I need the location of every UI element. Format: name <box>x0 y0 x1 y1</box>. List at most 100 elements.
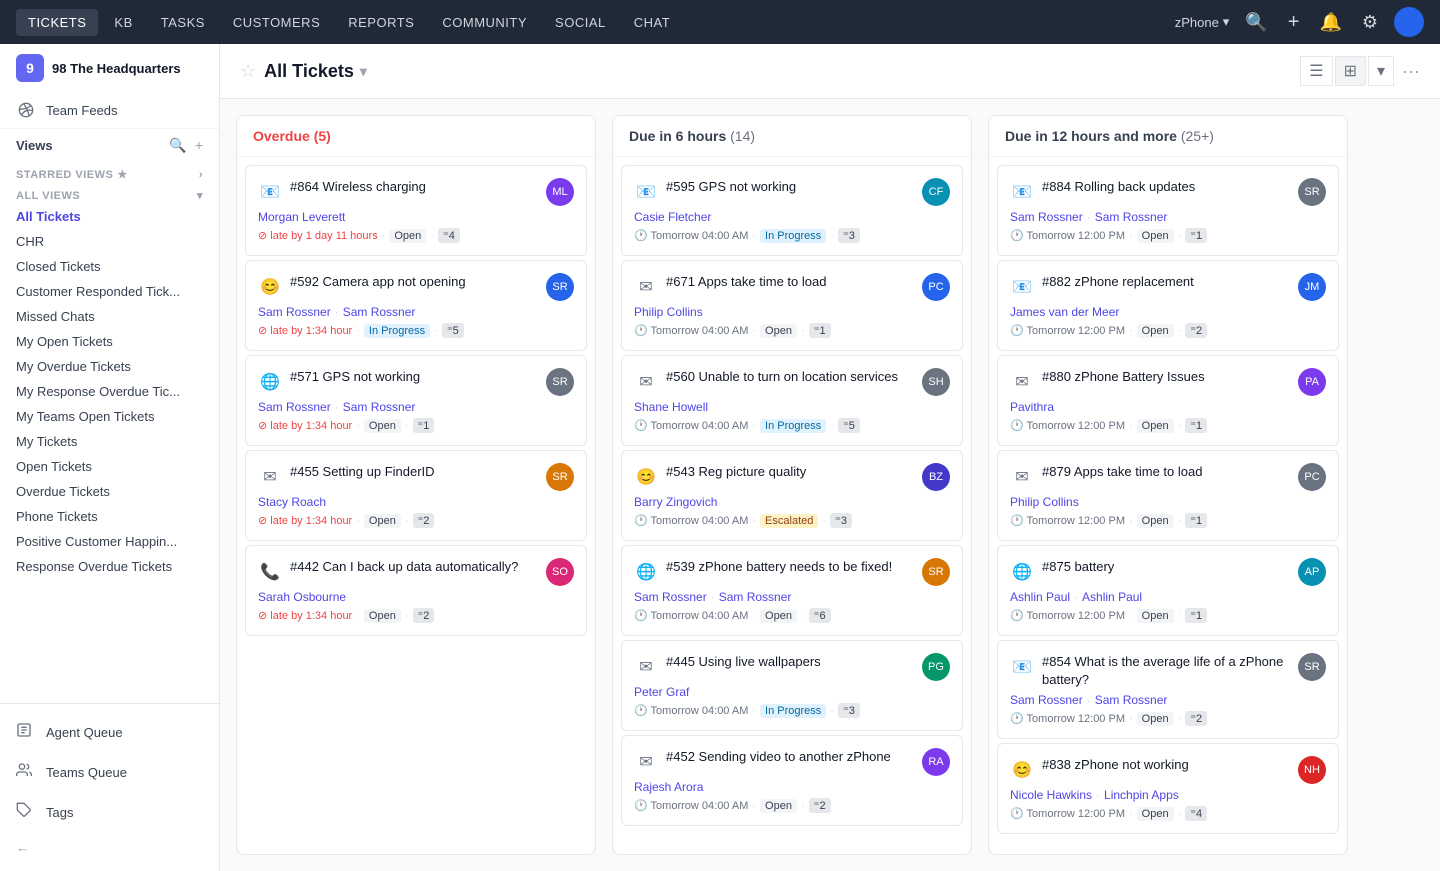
agent-sam-rossner-592b[interactable]: Sam Rossner <box>343 305 416 319</box>
user-avatar[interactable] <box>1394 7 1424 37</box>
ticket-592-avatar: SR <box>546 273 574 301</box>
view-chr[interactable]: CHR <box>0 229 219 254</box>
agent-shane-howell[interactable]: Shane Howell <box>634 400 708 414</box>
tags-nav[interactable]: Tags <box>0 792 219 832</box>
agent-sarah-osbourne[interactable]: Sarah Osbourne <box>258 590 346 604</box>
agent-morgan-leverett[interactable]: Morgan Leverett <box>258 210 345 224</box>
view-closed-tickets[interactable]: Closed Tickets <box>0 254 219 279</box>
agent-linchpin-apps[interactable]: Linchpin Apps <box>1104 788 1179 802</box>
more-options-button[interactable]: ··· <box>1402 61 1420 82</box>
teams-queue[interactable]: Teams Queue <box>0 752 219 792</box>
view-open-tickets[interactable]: Open Tickets <box>0 454 219 479</box>
header-right: ☰ ⊞ ▾ ··· <box>1300 56 1420 86</box>
ticket-card-445[interactable]: ✉ #445 Using live wallpapers PG Peter Gr… <box>621 640 963 731</box>
ticket-card-455[interactable]: ✉ #455 Setting up FinderID SR Stacy Roac… <box>245 450 587 541</box>
agent-stacy-roach[interactable]: Stacy Roach <box>258 495 326 509</box>
ticket-560-meta: 🕐 Tomorrow 04:00 AM · In Progress · ⁼5 <box>634 418 950 433</box>
notification-icon[interactable]: 🔔 <box>1315 8 1345 37</box>
ticket-card-880[interactable]: ✉ #880 zPhone Battery Issues PA Pavithra… <box>997 355 1339 446</box>
nav-reports[interactable]: REPORTS <box>336 9 426 36</box>
agent-james-van-der-meer[interactable]: James van der Meer <box>1010 305 1119 319</box>
search-icon[interactable]: 🔍 <box>1241 8 1271 37</box>
add-icon[interactable]: + <box>1284 7 1304 38</box>
agent-sam-rossner-884a[interactable]: Sam Rossner <box>1010 210 1083 224</box>
agent-sam-rossner-539b[interactable]: Sam Rossner <box>719 590 792 604</box>
ticket-card-560[interactable]: ✉ #560 Unable to turn on location servic… <box>621 355 963 446</box>
agent-ashlin-paul-875a[interactable]: Ashlin Paul <box>1010 590 1070 604</box>
agent-sam-rossner-539a[interactable]: Sam Rossner <box>634 590 707 604</box>
view-my-open-tickets[interactable]: My Open Tickets <box>0 329 219 354</box>
agent-queue[interactable]: Agent Queue <box>0 712 219 752</box>
view-my-overdue-tickets[interactable]: My Overdue Tickets <box>0 354 219 379</box>
settings-icon[interactable]: ⚙ <box>1358 8 1382 37</box>
agent-pavithra[interactable]: Pavithra <box>1010 400 1054 414</box>
ticket-card-671[interactable]: ✉ #671 Apps take time to load PC Philip … <box>621 260 963 351</box>
agent-sam-rossner-854b[interactable]: Sam Rossner <box>1095 693 1168 707</box>
favorite-button[interactable]: ☆ <box>240 61 256 82</box>
kanban-view-button[interactable]: ⊞ <box>1335 56 1366 86</box>
agent-sam-rossner-592a[interactable]: Sam Rossner <box>258 305 331 319</box>
ticket-card-884[interactable]: 📧 #884 Rolling back updates SR Sam Rossn… <box>997 165 1339 256</box>
all-views-chevron-icon[interactable]: ▾ <box>197 189 203 202</box>
nav-community[interactable]: COMMUNITY <box>430 9 539 36</box>
starred-expand-icon[interactable]: › <box>199 169 203 181</box>
zphone-selector[interactable]: zPhone ▾ <box>1175 14 1230 30</box>
agent-casie-fletcher[interactable]: Casie Fletcher <box>634 210 711 224</box>
ticket-card-452[interactable]: ✉ #452 Sending video to another zPhone R… <box>621 735 963 826</box>
ticket-card-595[interactable]: 📧 #595 GPS not working CF Casie Fletcher… <box>621 165 963 256</box>
nav-social[interactable]: SOCIAL <box>543 9 618 36</box>
view-phone-tickets[interactable]: Phone Tickets <box>0 504 219 529</box>
ticket-card-539[interactable]: 🌐 #539 zPhone battery needs to be fixed!… <box>621 545 963 636</box>
ticket-card-854[interactable]: 📧 #854 What is the average life of a zPh… <box>997 640 1339 739</box>
agent-nicole-hawkins[interactable]: Nicole Hawkins <box>1010 788 1092 802</box>
agent-barry-zingovich[interactable]: Barry Zingovich <box>634 495 717 509</box>
ticket-880-meta: 🕐 Tomorrow 12:00 PM · Open · ⁼1 <box>1010 418 1326 433</box>
list-view-button[interactable]: ☰ <box>1300 56 1332 86</box>
view-customer-responded[interactable]: Customer Responded Tick... <box>0 279 219 304</box>
agent-philip-collins-671[interactable]: Philip Collins <box>634 305 703 319</box>
ticket-card-875[interactable]: 🌐 #875 battery AP Ashlin Paul · Ashlin P… <box>997 545 1339 636</box>
view-title[interactable]: All Tickets ▾ <box>264 61 367 82</box>
ticket-875-time: 🕐 Tomorrow 12:00 PM <box>1010 609 1125 622</box>
view-options-button[interactable]: ▾ <box>1368 56 1394 86</box>
add-view-icon[interactable]: + <box>195 137 203 154</box>
ticket-card-838[interactable]: 😊 #838 zPhone not working NH Nicole Hawk… <box>997 743 1339 834</box>
view-missed-chats[interactable]: Missed Chats <box>0 304 219 329</box>
nav-customers[interactable]: CUSTOMERS <box>221 9 332 36</box>
view-my-teams-open-tickets[interactable]: My Teams Open Tickets <box>0 404 219 429</box>
search-views-icon[interactable]: 🔍 <box>169 137 186 154</box>
view-my-tickets[interactable]: My Tickets <box>0 429 219 454</box>
main-content: ☆ All Tickets ▾ ☰ ⊞ ▾ ··· Overdue <box>220 44 1440 871</box>
agent-ashlin-paul-875b[interactable]: Ashlin Paul <box>1082 590 1142 604</box>
collapse-sidebar-button[interactable]: ← <box>0 832 219 863</box>
ticket-560-time: 🕐 Tomorrow 04:00 AM <box>634 419 748 432</box>
agent-sam-rossner-571b[interactable]: Sam Rossner <box>343 400 416 414</box>
agent-rajesh-arora[interactable]: Rajesh Arora <box>634 780 703 794</box>
agent-sam-rossner-854a[interactable]: Sam Rossner <box>1010 693 1083 707</box>
ticket-card-571[interactable]: 🌐 #571 GPS not working SR Sam Rossner · … <box>245 355 587 446</box>
ticket-card-882[interactable]: 📧 #882 zPhone replacement JM James van d… <box>997 260 1339 351</box>
ticket-452-agents: Rajesh Arora <box>634 780 950 794</box>
ticket-card-442[interactable]: 📞 #442 Can I back up data automatically?… <box>245 545 587 636</box>
view-positive-customer[interactable]: Positive Customer Happin... <box>0 529 219 554</box>
view-overdue-tickets[interactable]: Overdue Tickets <box>0 479 219 504</box>
nav-tasks[interactable]: TASKS <box>149 9 217 36</box>
view-all-tickets[interactable]: All Tickets <box>0 204 219 229</box>
agent-philip-collins-879[interactable]: Philip Collins <box>1010 495 1079 509</box>
nav-chat[interactable]: CHAT <box>622 9 682 36</box>
nav-tickets[interactable]: TICKETS <box>16 9 98 36</box>
ticket-882-meta: 🕐 Tomorrow 12:00 PM · Open · ⁼2 <box>1010 323 1326 338</box>
view-response-overdue[interactable]: Response Overdue Tickets <box>0 554 219 579</box>
ticket-445-status: In Progress <box>760 704 826 718</box>
agent-sam-rossner-884b[interactable]: Sam Rossner <box>1095 210 1168 224</box>
ticket-card-543[interactable]: 😊 #543 Reg picture quality BZ Barry Zing… <box>621 450 963 541</box>
nav-kb[interactable]: KB <box>102 9 144 36</box>
ticket-card-592[interactable]: 😊 #592 Camera app not opening SR Sam Ros… <box>245 260 587 351</box>
ticket-card-879[interactable]: ✉ #879 Apps take time to load PC Philip … <box>997 450 1339 541</box>
view-my-response-overdue[interactable]: My Response Overdue Tic... <box>0 379 219 404</box>
sidebar-item-team-feeds[interactable]: Team Feeds <box>0 92 219 129</box>
ticket-543-agents: Barry Zingovich <box>634 495 950 509</box>
agent-sam-rossner-571a[interactable]: Sam Rossner <box>258 400 331 414</box>
agent-peter-graf[interactable]: Peter Graf <box>634 685 689 699</box>
ticket-card-864[interactable]: 📧 #864 Wireless charging ML Morgan Lever… <box>245 165 587 256</box>
